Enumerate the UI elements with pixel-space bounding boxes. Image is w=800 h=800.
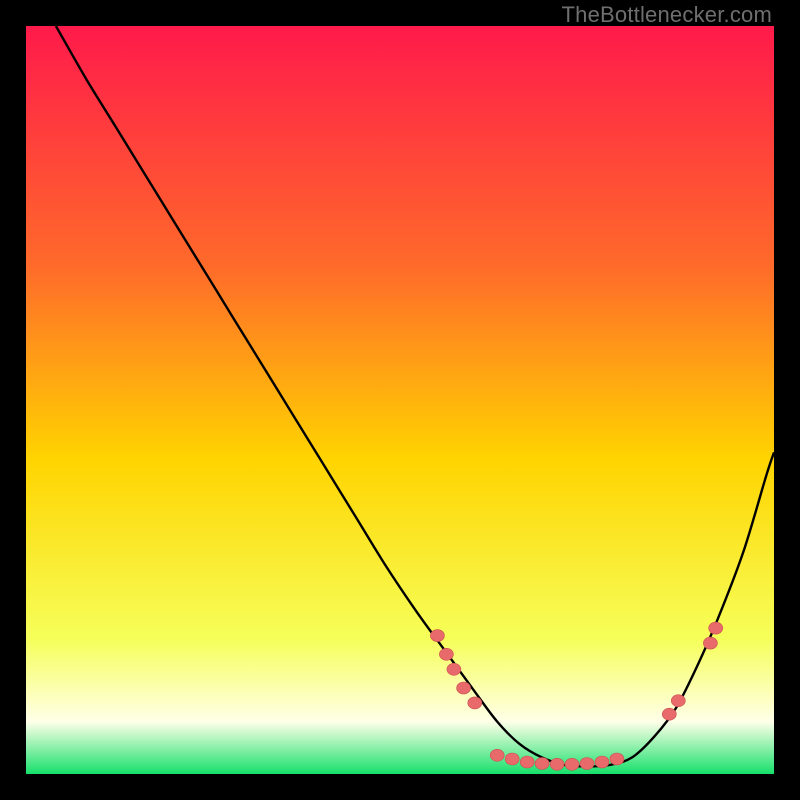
data-marker [550, 758, 564, 770]
data-marker [703, 637, 717, 649]
data-marker [535, 758, 549, 770]
data-marker [520, 756, 534, 768]
data-marker [610, 753, 624, 765]
gradient-background [26, 26, 774, 774]
data-marker [490, 749, 504, 761]
data-marker [671, 695, 685, 707]
data-marker [457, 682, 471, 694]
data-marker [580, 758, 594, 770]
data-marker [430, 630, 444, 642]
data-marker [439, 648, 453, 660]
data-marker [505, 753, 519, 765]
data-marker [709, 622, 723, 634]
data-marker [468, 697, 482, 709]
data-marker [662, 708, 676, 720]
data-marker [565, 758, 579, 770]
data-marker [447, 663, 461, 675]
bottleneck-chart [26, 26, 774, 774]
chart-frame [26, 26, 774, 774]
watermark-text: TheBottlenecker.com [562, 2, 772, 28]
data-marker [595, 756, 609, 768]
